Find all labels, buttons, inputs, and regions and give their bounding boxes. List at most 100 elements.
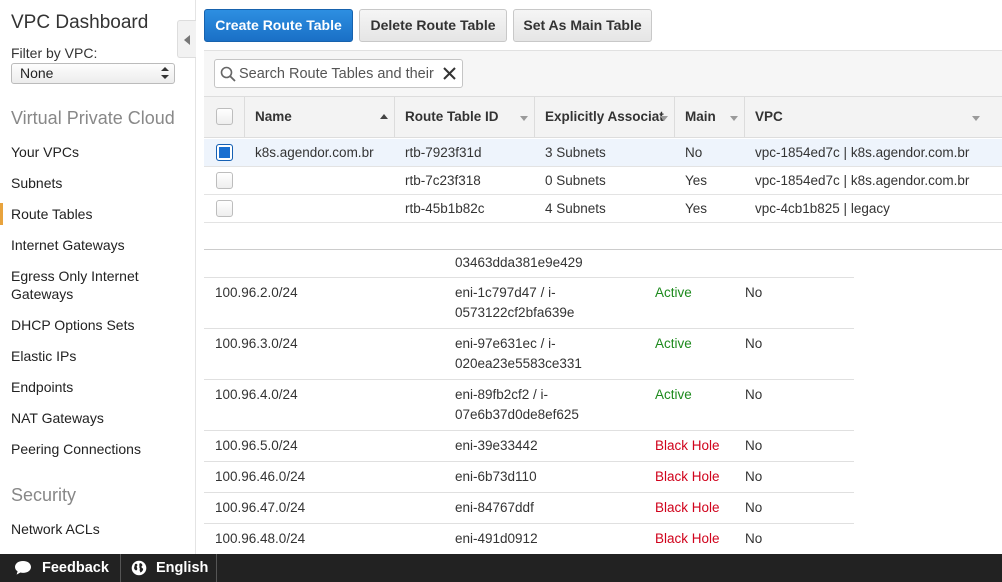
list-item: 100.96.2.0/24 eni-1c797d47 / i- 0573122c… bbox=[204, 278, 854, 329]
sidebar-item-peering-connections[interactable]: Peering Connections bbox=[11, 440, 186, 458]
search-icon bbox=[220, 66, 236, 82]
vpc-filter-select[interactable]: None bbox=[11, 63, 175, 84]
row-checkbox[interactable] bbox=[216, 172, 233, 189]
table-row[interactable]: rtb-45b1b82c 4 Subnets Yes vpc-4cb1b825 … bbox=[204, 195, 1002, 223]
clear-search-icon[interactable] bbox=[441, 65, 458, 82]
speech-bubble-icon bbox=[15, 561, 31, 575]
list-item: 100.96.46.0/24 eni-6b73d110 Black Hole N… bbox=[204, 462, 854, 493]
route-status: Black Hole bbox=[655, 438, 720, 453]
row-checkbox[interactable] bbox=[216, 200, 233, 217]
route-target: eni-6b73d110 bbox=[455, 469, 537, 484]
cell-vpc: vpc-1854ed7c | k8s.agendor.com.br bbox=[755, 173, 970, 188]
route-target: eni-491d0912 bbox=[455, 531, 538, 546]
vpc-filter-value: None bbox=[20, 65, 54, 81]
route-propagated: No bbox=[745, 336, 763, 351]
route-destination: 100.96.46.0/24 bbox=[215, 469, 306, 484]
route-target: eni-39e33442 bbox=[455, 438, 538, 453]
table-row[interactable]: k8s.agendor.com.br rtb-7923f31d 3 Subnet… bbox=[204, 139, 1002, 167]
sidebar-item-network-acls[interactable]: Network ACLs bbox=[11, 520, 186, 538]
set-as-main-table-button[interactable]: Set As Main Table bbox=[513, 9, 652, 42]
list-item: 100.96.47.0/24 eni-84767ddf Black Hole N… bbox=[204, 493, 854, 524]
cell-vpc: vpc-4cb1b825 | legacy bbox=[755, 201, 890, 216]
list-item: 100.96.4.0/24 eni-89fb2cf2 / i- 07e6b37d… bbox=[204, 380, 854, 431]
cell-route-table-id: rtb-7923f31d bbox=[405, 145, 482, 160]
sort-ascending-icon bbox=[380, 114, 388, 119]
column-label-route-table-id: Route Table ID bbox=[405, 109, 499, 124]
route-tables-header: Name Route Table ID Explicitly Associat … bbox=[204, 96, 1002, 138]
list-item: 100.96.5.0/24 eni-39e33442 Black Hole No bbox=[204, 431, 854, 462]
sort-icon bbox=[730, 116, 738, 121]
language-button[interactable]: English bbox=[131, 554, 208, 582]
section-virtual-private-cloud: Virtual Private Cloud bbox=[11, 108, 175, 128]
cell-vpc: vpc-1854ed7c | k8s.agendor.com.br bbox=[755, 145, 970, 160]
route-status: Active bbox=[655, 336, 692, 351]
footer-divider bbox=[216, 554, 217, 582]
select-all-checkbox[interactable] bbox=[216, 108, 233, 125]
cell-main: No bbox=[685, 145, 703, 160]
route-target-continued: 07e6b37d0de8ef625 bbox=[455, 407, 579, 422]
column-label-vpc: VPC bbox=[755, 109, 783, 124]
column-label-explicitly-associated: Explicitly Associat bbox=[545, 109, 664, 124]
route-propagated: No bbox=[745, 438, 763, 453]
sidebar-item-subnets[interactable]: Subnets bbox=[11, 174, 186, 192]
globe-icon bbox=[131, 560, 147, 576]
route-status: Active bbox=[655, 285, 692, 300]
column-label-main: Main bbox=[685, 109, 716, 124]
cell-name: k8s.agendor.com.br bbox=[255, 145, 374, 160]
sidebar-item-internet-gateways[interactable]: Internet Gateways bbox=[11, 236, 186, 254]
column-header-main[interactable]: Main bbox=[674, 97, 744, 137]
cell-explicitly-associated: 0 Subnets bbox=[545, 173, 606, 188]
row-checkbox[interactable] bbox=[216, 144, 233, 161]
create-route-table-button[interactable]: Create Route Table bbox=[204, 9, 353, 42]
cell-explicitly-associated: 3 Subnets bbox=[545, 145, 606, 160]
route-target: eni-89fb2cf2 / i- bbox=[455, 387, 549, 402]
route-status: Black Hole bbox=[655, 531, 720, 546]
search-input[interactable] bbox=[239, 64, 439, 84]
search-box[interactable] bbox=[214, 59, 463, 88]
route-destination: 100.96.5.0/24 bbox=[215, 438, 298, 453]
section-security: Security bbox=[11, 485, 77, 505]
search-bar bbox=[204, 50, 1002, 96]
column-header-route-table-id[interactable]: Route Table ID bbox=[394, 97, 534, 137]
collapse-sidebar-button[interactable] bbox=[177, 20, 196, 58]
pane-divider[interactable] bbox=[204, 249, 1002, 250]
sidebar-title[interactable]: VPC Dashboard bbox=[11, 12, 148, 34]
route-target: eni-97e631ec / i- bbox=[455, 336, 556, 351]
table-row[interactable]: rtb-7c23f318 0 Subnets Yes vpc-1854ed7c … bbox=[204, 167, 1002, 195]
route-destination: 100.96.48.0/24 bbox=[215, 531, 306, 546]
route-destination: 100.96.3.0/24 bbox=[215, 336, 298, 351]
route-destination: 100.96.47.0/24 bbox=[215, 500, 306, 515]
list-item: 100.96.48.0/24 eni-491d0912 Black Hole N… bbox=[204, 524, 854, 554]
column-header-explicitly-associated[interactable]: Explicitly Associat bbox=[534, 97, 674, 137]
sidebar: VPC Dashboard Filter by VPC: None Virtua… bbox=[0, 0, 196, 554]
column-header-name[interactable]: Name bbox=[244, 97, 394, 137]
sort-icon bbox=[520, 116, 528, 121]
route-target: eni-84767ddf bbox=[455, 500, 534, 515]
route-destination: 100.96.2.0/24 bbox=[215, 285, 298, 300]
route-target: 03463dda381e9e429 bbox=[455, 255, 583, 270]
list-item: 100.96.3.0/24 eni-97e631ec / i- 020ea23e… bbox=[204, 329, 854, 380]
sidebar-item-nat-gateways[interactable]: NAT Gateways bbox=[11, 409, 186, 427]
feedback-button[interactable]: Feedback bbox=[14, 554, 109, 582]
delete-route-table-button[interactable]: Delete Route Table bbox=[359, 9, 507, 42]
sidebar-item-elastic-ips[interactable]: Elastic IPs bbox=[11, 347, 186, 365]
sidebar-item-egress-only-internet-gateways[interactable]: Egress Only Internet Gateways bbox=[11, 267, 161, 303]
sidebar-item-endpoints[interactable]: Endpoints bbox=[11, 378, 186, 396]
route-status: Black Hole bbox=[655, 500, 720, 515]
route-target-continued: 020ea23e5583ce331 bbox=[455, 356, 582, 371]
route-propagated: No bbox=[745, 387, 763, 402]
list-item: 03463dda381e9e429 bbox=[204, 252, 854, 278]
sidebar-item-route-tables[interactable]: Route Tables bbox=[0, 203, 186, 225]
sidebar-item-your-vpcs[interactable]: Your VPCs bbox=[11, 143, 186, 161]
feedback-label: Feedback bbox=[42, 560, 109, 576]
column-header-vpc[interactable]: VPC bbox=[744, 97, 986, 137]
column-label-name: Name bbox=[255, 109, 292, 124]
language-label: English bbox=[156, 560, 209, 576]
route-status: Active bbox=[655, 387, 692, 402]
route-status: Black Hole bbox=[655, 469, 720, 484]
sidebar-item-dhcp-options-sets[interactable]: DHCP Options Sets bbox=[11, 316, 186, 334]
cell-route-table-id: rtb-45b1b82c bbox=[405, 201, 485, 216]
route-destination: 100.96.4.0/24 bbox=[215, 387, 298, 402]
route-target: eni-1c797d47 / i- bbox=[455, 285, 556, 300]
cell-main: Yes bbox=[685, 173, 708, 188]
